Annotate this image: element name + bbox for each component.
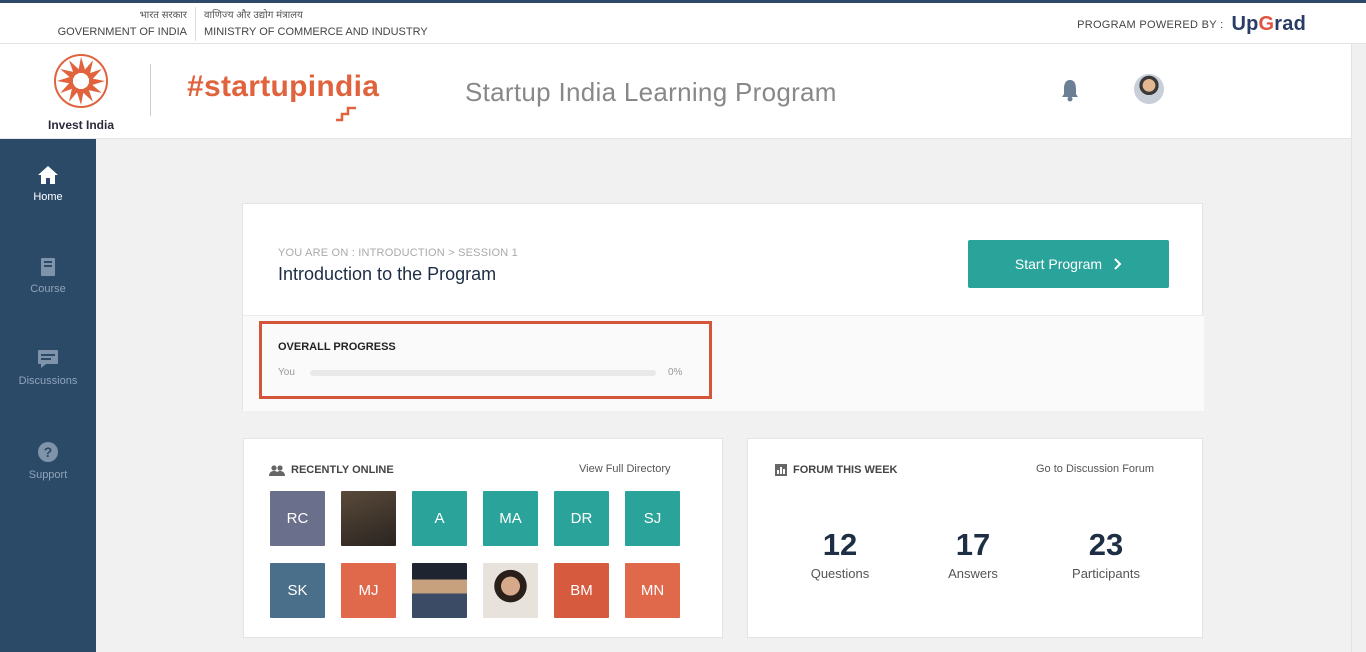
invest-india-logo[interactable]: Invest India [40,50,122,134]
site-header: Invest India #startupindia Startup India… [0,44,1366,139]
user-tile[interactable]: MA [483,491,538,546]
forum-this-week-card: FORUM THIS WEEK Go to Discussion Forum 1… [747,438,1203,638]
stat-label: Answers [948,566,998,581]
progress-bar [310,370,656,376]
invest-india-emblem-icon [54,54,108,108]
sidebar-item-support[interactable]: ? Support [0,441,96,481]
go-to-discussion-forum-link[interactable]: Go to Discussion Forum [1036,463,1154,475]
overall-progress: OVERALL PROGRESS You 0% [259,321,712,399]
help-icon: ? [38,442,58,462]
user-tile[interactable] [412,563,467,618]
chevron-right-icon [1114,258,1122,270]
bar-chart-icon [775,464,787,476]
user-tile[interactable] [341,491,396,546]
gov-divider [195,7,196,41]
stat-value: 23 [1088,527,1124,562]
upgrad-logo-part: Up [1231,13,1259,35]
user-initials: SJ [643,510,662,527]
forum-title: FORUM THIS WEEK [793,464,898,476]
user-tile[interactable]: RC [270,491,325,546]
invest-india-label: Invest India [47,118,115,132]
user-initials: MJ [358,582,379,599]
users-icon [269,464,285,476]
government-of-india: भारत सरकार GOVERNMENT OF INDIA [58,8,187,40]
startupindia-logo[interactable]: #startupindia [187,70,379,104]
book-icon [41,258,55,276]
forum-stat-participants: 23 Participants [1041,527,1171,581]
sidebar-item-label: Home [33,191,63,203]
user-initials: MN [640,582,665,599]
user-tile[interactable]: DR [554,491,609,546]
view-full-directory-link[interactable]: View Full Directory [579,463,671,475]
breadcrumb: YOU ARE ON : INTRODUCTION > SESSION 1 [278,247,518,259]
user-tile[interactable]: BM [554,563,609,618]
recently-online-title: RECENTLY ONLINE [291,464,394,476]
user-initials: SK [287,582,308,599]
user-tile[interactable] [483,563,538,618]
progress-percent: 0% [668,367,683,378]
stat-label: Participants [1072,566,1140,581]
gov-hindi-label: भारत सरकार [139,10,187,21]
sidebar-item-label: Discussions [18,375,78,387]
recently-online-header: RECENTLY ONLINE [269,464,394,476]
user-initials: BM [570,582,593,599]
sidebar-item-label: Course [30,283,66,295]
upgrad-logo-accent: G [1258,13,1275,35]
government-bar: भारत सरकार GOVERNMENT OF INDIA वाणिज्य औ… [0,0,1366,44]
forum-header: FORUM THIS WEEK [775,464,898,476]
powered-by-label: PROGRAM POWERED BY : [1077,18,1224,31]
current-session-card: YOU ARE ON : INTRODUCTION > SESSION 1 In… [242,203,1204,411]
page-scrollbar[interactable] [1351,44,1366,652]
user-tile[interactable]: A [412,491,467,546]
user-tile[interactable]: SJ [625,491,680,546]
sidebar-item-discussions[interactable]: Discussions [0,349,96,387]
home-icon [38,166,58,184]
startupindia-steps-icon [336,106,356,122]
notification-bell-icon[interactable] [1060,78,1080,102]
forum-stat-answers: 17 Answers [908,527,1038,581]
user-initials: RC [286,510,309,527]
header-divider [150,64,151,116]
user-initials: A [434,510,445,527]
user-initials: MA [499,510,522,527]
user-tile[interactable]: MJ [341,563,396,618]
upgrad-logo-part: rad [1274,13,1306,35]
sidebar: Home Course Discussions ? Support [0,139,96,652]
sidebar-item-home[interactable]: Home [0,165,96,203]
start-program-button[interactable]: Start Program [968,240,1169,288]
progress-you-label: You [278,367,295,378]
program-title: Startup India Learning Program [465,77,837,107]
ministry-of-commerce: वाणिज्य और उद्योग मंत्रालय MINISTRY OF C… [204,8,428,40]
forum-stat-questions: 12 Questions [775,527,905,581]
powered-by: PROGRAM POWERED BY : UpGrad [1077,13,1306,36]
ministry-english-label: MINISTRY OF COMMERCE AND INDUSTRY [204,26,428,38]
ministry-hindi-label: वाणिज्य और उद्योग मंत्रालय [204,10,303,21]
user-avatar[interactable] [1134,74,1164,104]
sidebar-item-label: Support [28,469,68,481]
session-title: Introduction to the Program [278,264,497,284]
stat-label: Questions [810,566,870,581]
start-program-label: Start Program [1014,256,1103,272]
gov-english-label: GOVERNMENT OF INDIA [57,26,187,38]
user-initials: DR [570,510,593,527]
upgrad-logo[interactable]: UpGrad [1231,13,1306,36]
progress-section: OVERALL PROGRESS You 0% [243,316,1204,411]
stat-value: 17 [955,527,991,562]
user-tile[interactable]: MN [625,563,680,618]
sidebar-item-course[interactable]: Course [0,257,96,295]
stat-value: 12 [822,527,858,562]
user-tile[interactable]: SK [270,563,325,618]
svg-text:?: ? [44,444,53,460]
recently-online-card: RECENTLY ONLINE View Full Directory RC A… [243,438,723,638]
progress-title: OVERALL PROGRESS [278,341,396,353]
session-header: YOU ARE ON : INTRODUCTION > SESSION 1 In… [243,204,1204,316]
discussion-icon [38,350,58,368]
